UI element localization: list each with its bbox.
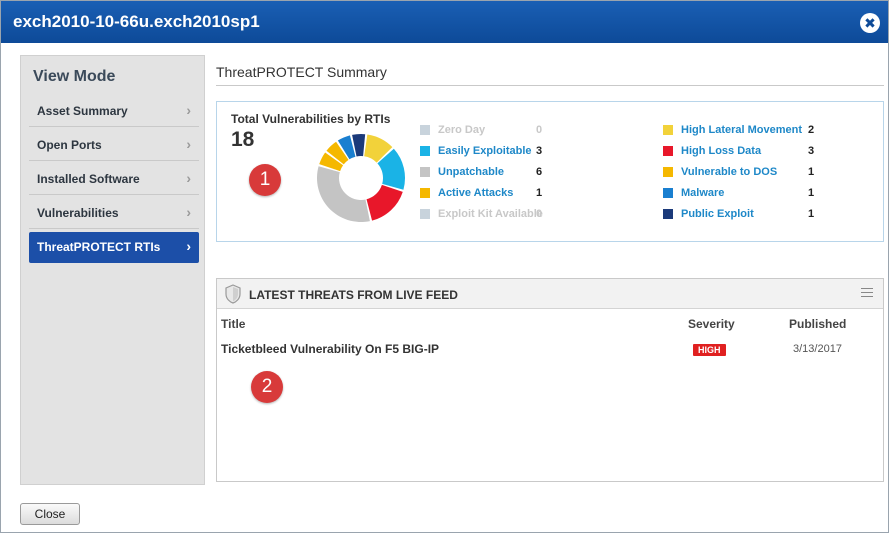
- sidebar-item-installed-software[interactable]: Installed Software ›: [29, 164, 199, 195]
- divider: [216, 85, 884, 86]
- legend-swatch: [663, 188, 673, 198]
- rti-donut-chart: [317, 134, 405, 222]
- title-bar: exch2010-10-66u.exch2010sp1 ✖: [1, 1, 888, 43]
- column-header-published: Published: [789, 317, 847, 331]
- legend-count: 1: [808, 187, 815, 199]
- sidebar-item-vulnerabilities[interactable]: Vulnerabilities ›: [29, 198, 199, 229]
- chevron-right-icon: ›: [186, 136, 191, 152]
- legend-label: Exploit Kit Available: [438, 208, 543, 220]
- legend-swatch: [420, 146, 430, 156]
- legend-label: Unpatchable: [438, 166, 505, 178]
- legend-count: 3: [536, 145, 543, 157]
- legend-count: 0: [536, 124, 543, 136]
- legend-swatch: [663, 146, 673, 156]
- chevron-right-icon: ›: [186, 102, 191, 118]
- sidebar-heading: View Mode: [33, 68, 116, 85]
- close-button[interactable]: Close: [20, 503, 80, 525]
- callout-badge-2: 2: [251, 371, 283, 403]
- legend-count: 2: [808, 124, 815, 136]
- callout-badge-1: 1: [249, 164, 281, 196]
- legend-swatch: [420, 167, 430, 177]
- legend-count: 1: [536, 187, 543, 199]
- legend-label: High Loss Data: [681, 145, 762, 157]
- legend-count: 1: [808, 166, 815, 178]
- shield-icon: [225, 284, 241, 304]
- chevron-right-icon: ›: [186, 238, 191, 254]
- live-feed-title: LATEST THREATS FROM LIVE FEED: [249, 288, 458, 302]
- published-date: 3/13/2017: [793, 343, 842, 355]
- sidebar-item-label: ThreatPROTECT RTIs: [37, 240, 161, 254]
- column-header-title: Title: [221, 317, 246, 331]
- close-icon[interactable]: ✖: [860, 13, 880, 33]
- live-feed-header: LATEST THREATS FROM LIVE FEED: [217, 279, 883, 309]
- legend-count: 6: [536, 166, 543, 178]
- legend-swatch: [420, 125, 430, 135]
- legend-swatch: [420, 188, 430, 198]
- legend-swatch: [663, 167, 673, 177]
- sidebar-item-label: Open Ports: [37, 138, 102, 152]
- chevron-right-icon: ›: [186, 204, 191, 220]
- sidebar-item-open-ports[interactable]: Open Ports ›: [29, 130, 199, 161]
- legend-label: Active Attacks: [438, 187, 514, 199]
- sidebar-item-label: Vulnerabilities: [37, 206, 119, 220]
- legend-swatch: [663, 125, 673, 135]
- legend-label: Zero Day: [438, 124, 486, 136]
- hamburger-menu-icon[interactable]: [861, 288, 873, 300]
- donut-segment-unpatchable[interactable]: [317, 166, 370, 222]
- live-feed-panel: LATEST THREATS FROM LIVE FEED Title Seve…: [216, 278, 884, 482]
- legend-label: High Lateral Movement: [681, 124, 803, 136]
- legend-label: Easily Exploitable: [438, 145, 532, 157]
- rti-summary-panel: Total Vulnerabilities by RTIs 18 Zero Da…: [216, 101, 884, 242]
- rti-total-count: 18: [231, 128, 255, 151]
- legend-swatch: [420, 209, 430, 219]
- sidebar-item-threatprotect-rtis[interactable]: ThreatPROTECT RTIs ›: [29, 232, 199, 263]
- legend-count: 1: [808, 208, 815, 220]
- legend-label: Public Exploit: [681, 208, 754, 220]
- severity-badge: HIGH: [693, 344, 726, 356]
- sidebar-item-asset-summary[interactable]: Asset Summary ›: [29, 96, 199, 127]
- view-mode-sidebar: View Mode Asset Summary › Open Ports › I…: [20, 55, 205, 485]
- dialog: exch2010-10-66u.exch2010sp1 ✖ View Mode …: [0, 0, 889, 533]
- legend-count: 0: [536, 208, 543, 220]
- window-title: exch2010-10-66u.exch2010sp1: [13, 12, 260, 31]
- legend-label: Malware: [681, 187, 725, 199]
- legend-label: Vulnerable to DOS: [681, 166, 778, 178]
- donut-segment-high-loss-data[interactable]: [366, 184, 403, 221]
- page-title: ThreatPROTECT Summary: [216, 64, 387, 80]
- column-header-severity: Severity: [688, 317, 735, 331]
- legend-swatch: [663, 209, 673, 219]
- sidebar-item-label: Installed Software: [37, 172, 140, 186]
- legend-count: 3: [808, 145, 815, 157]
- sidebar-item-label: Asset Summary: [37, 104, 128, 118]
- chevron-right-icon: ›: [186, 170, 191, 186]
- threat-title-link[interactable]: Ticketbleed Vulnerability On F5 BIG-IP: [221, 342, 439, 356]
- rti-total-label: Total Vulnerabilities by RTIs: [231, 112, 391, 126]
